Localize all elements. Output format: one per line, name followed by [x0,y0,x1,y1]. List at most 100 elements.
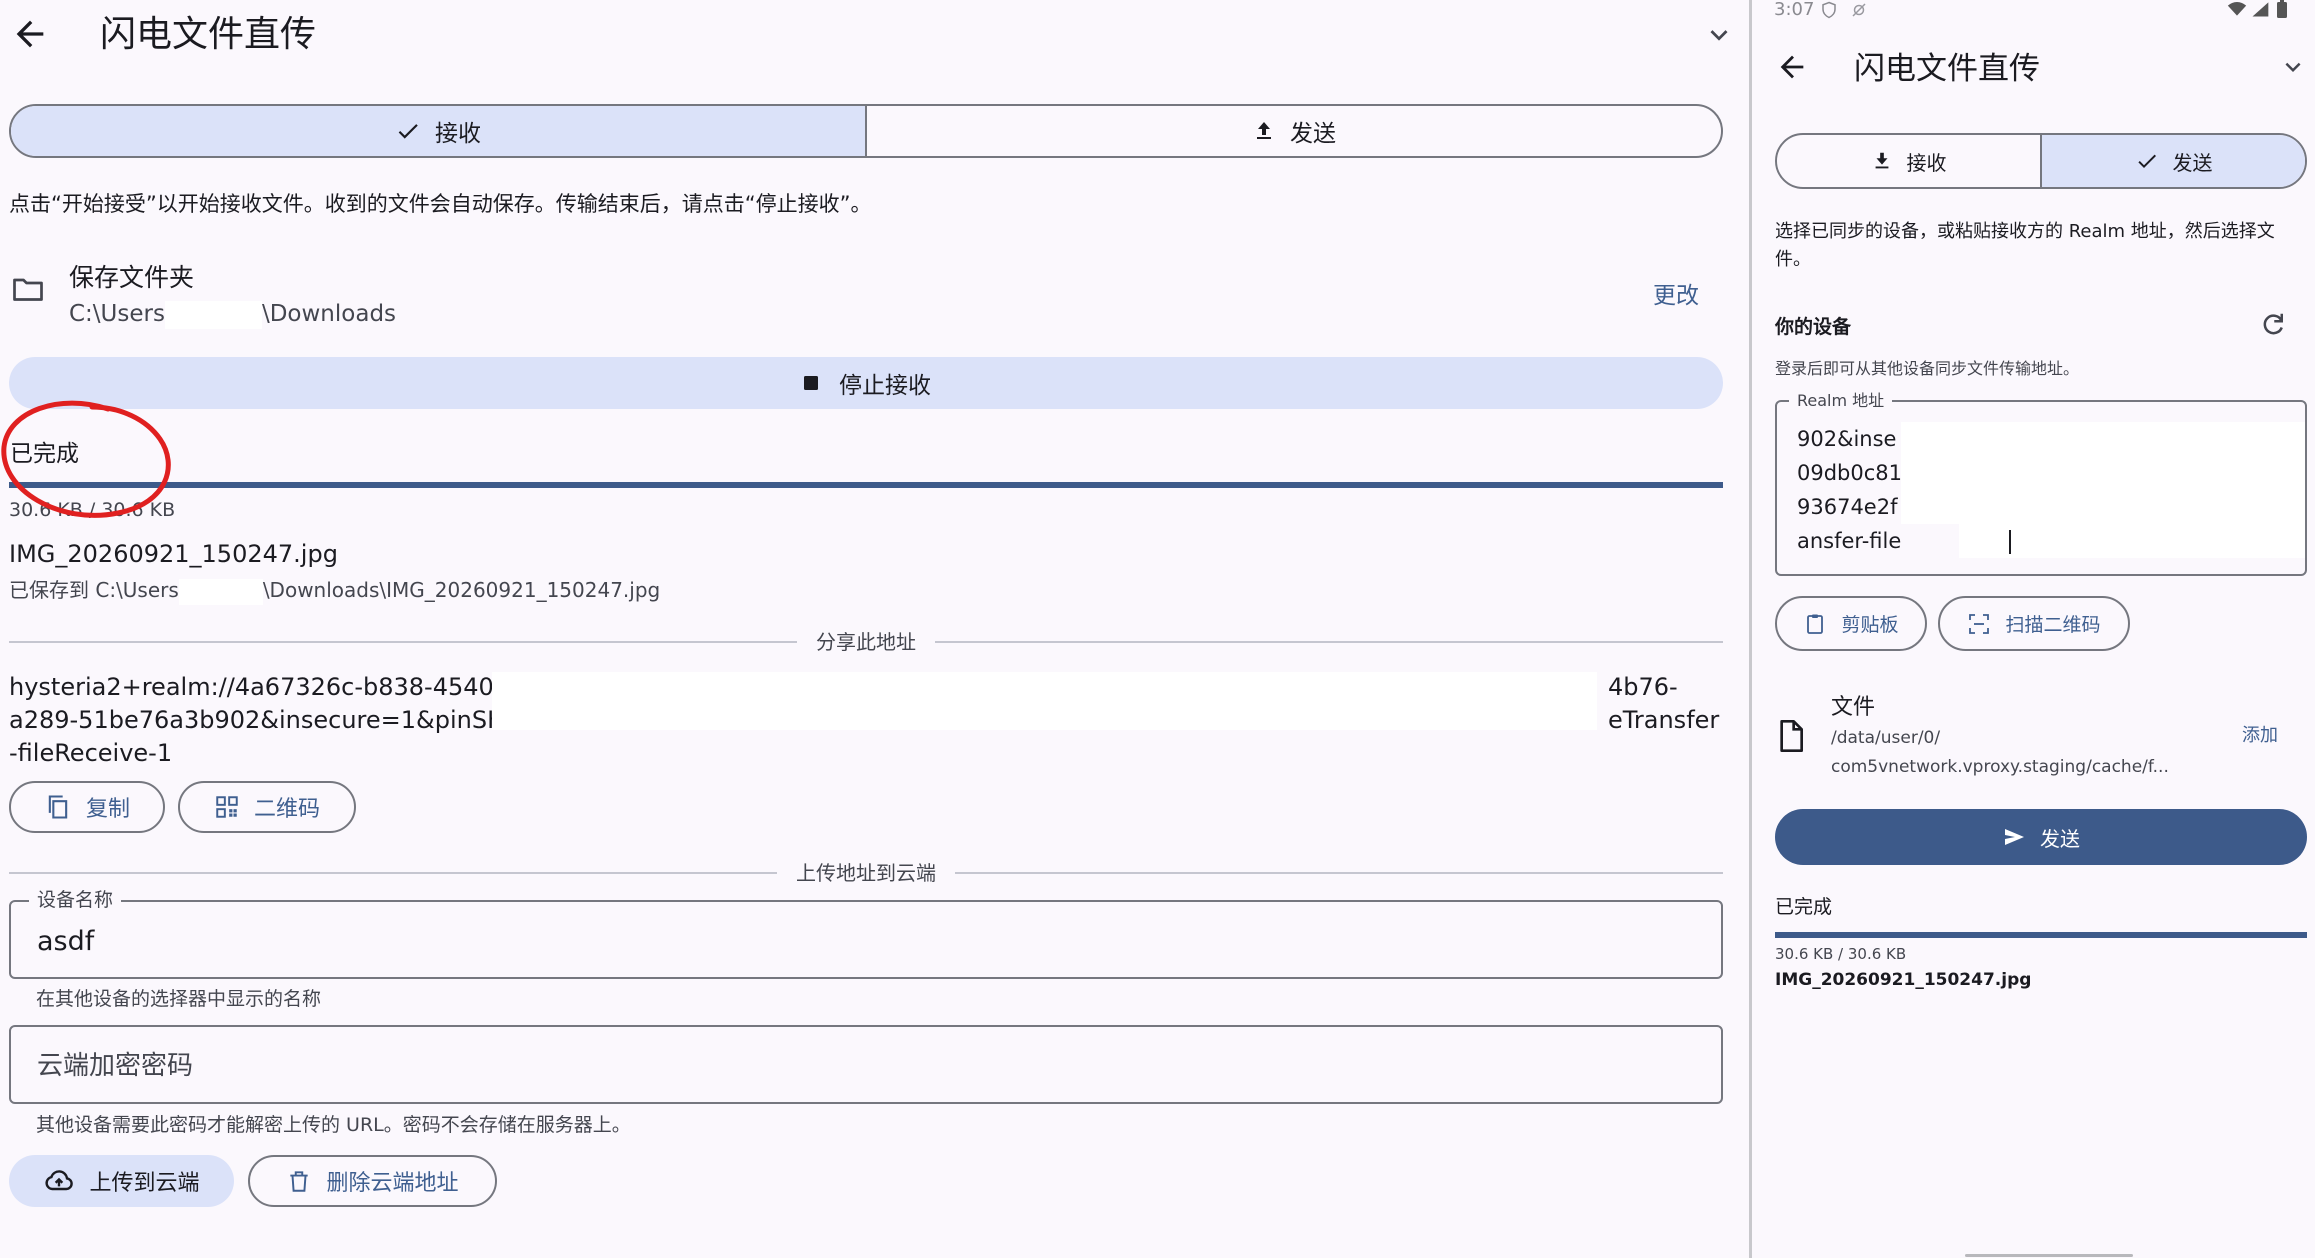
change-folder-button[interactable]: 更改 [1653,276,1699,310]
devices-title: 你的设备 [1775,316,1852,338]
send-icon [2002,825,2026,849]
tab-send-label: 发送 [1290,121,1336,147]
chevron-down-icon[interactable] [1702,18,1736,52]
copy-button[interactable]: 复制 [9,781,165,833]
save-folder-path: C:\Users \Downloads [69,299,396,329]
tab-receive[interactable]: 接收 [11,106,867,156]
delete-cloud-address-label: 删除云端地址 [326,1171,459,1196]
trash-icon [286,1168,312,1194]
clipboard-icon [1803,612,1827,636]
device-name-value: asdf [37,926,95,957]
cloud-password-field[interactable]: 云端加密密码 [9,1025,1723,1104]
clipboard-button[interactable]: 剪贴板 [1775,596,1927,651]
cloud-password-placeholder: 云端加密密码 [37,1051,194,1081]
sent-file-name: IMG_20260921_150247.jpg [1775,970,2032,990]
app-title: 闪电文件直传 [100,14,317,55]
realm-address-text: 902&inse 09db0c81 93674e2f ansfer-file [1797,422,1902,558]
stop-receive-label: 停止接收 [839,373,931,399]
receive-progress-fill [9,482,1723,488]
cloud-password-hint: 其他设备需要此密码才能解密上传的 URL。密码不会存储在服务器上。 [36,1114,631,1136]
add-file-button[interactable]: 添加 [2242,723,2278,749]
red-annotation-circle [1,400,171,518]
chevron-down-icon-right[interactable] [2278,52,2308,82]
saved-path: 已保存到 C:\Users \Downloads\IMG_20260921_150… [9,576,660,605]
qr-code-button-label: 二维码 [253,797,320,822]
mode-segmented-control-right: 接收 发送 [1775,133,2307,189]
realm-line-4: ansfer-file [1797,529,1902,553]
tab-receive-right[interactable]: 接收 [1777,135,2042,187]
upload-to-cloud-button[interactable]: 上传到云端 [9,1155,234,1207]
folder-icon [10,271,46,307]
stop-receive-button[interactable]: 停止接收 [9,357,1723,409]
send-progress-fill [1775,932,2307,938]
wifi-status-icon [2227,0,2247,18]
qr-code-button[interactable]: 二维码 [178,781,356,833]
received-file-name: IMG_20260921_150247.jpg [9,540,338,568]
save-folder-title: 保存文件夹 [69,263,195,292]
shield-status-icon [1820,1,1838,19]
signal-status-icon [2250,0,2270,18]
check-icon-right [2135,149,2159,173]
share-line-1-left: hysteria2+realm://4a67326c-b838-4540-a22 [9,673,548,701]
file-path-line-1: /data/user/0/ [1831,728,1941,748]
vpn-status-icon [1850,1,1868,19]
share-line-3-left: -fileReceive-1 [9,739,173,767]
share-divider-right [935,641,1723,643]
qr-scan-icon [1967,612,1991,636]
upload-divider-left [9,872,777,874]
tab-receive-label: 接收 [435,121,481,147]
device-name-hint: 在其他设备的选择器中显示的名称 [36,988,322,1010]
device-name-label: 设备名称 [29,888,122,912]
stop-icon [801,373,821,393]
realm-address-field[interactable]: Realm 地址 902&inse 09db0c81 93674e2f ansf… [1775,390,2307,576]
realm-line-2: 09db0c81 [1797,461,1903,485]
app-title-right: 闪电文件直传 [1854,51,2040,87]
realm-line-1: 902&inse [1797,427,1897,451]
upload-to-cloud-label: 上传到云端 [89,1171,200,1196]
share-line-2-right: eTransfer [1608,706,1720,734]
send-progress-text: 30.6 KB / 30.6 KB [1775,945,1907,963]
share-line-3: -fileReceive-1 [9,737,1723,770]
upload-divider-right [955,872,1723,874]
send-button-label: 发送 [2040,826,2080,851]
clipboard-button-label: 剪贴板 [1841,614,1899,636]
share-address-redaction [492,672,1597,730]
file-title: 文件 [1831,695,1876,720]
status-time: 3:07 [1774,0,1815,20]
copy-icon [44,793,72,821]
send-instruction: 选择已同步的设备，或粘贴接收方的 Realm 地址，然后选择文件。 [1775,221,2275,270]
saved-path-prefix: 已保存到 C:\Users [9,578,179,602]
panel-divider [1749,0,1752,1258]
share-address-header: 分享此地址 [816,630,916,654]
back-arrow-icon-right[interactable] [1775,50,1809,84]
tab-send-right[interactable]: 发送 [2042,135,2305,187]
realm-address-label: Realm 地址 [1789,390,1893,412]
share-line-1-right: 4b76- [1608,673,1678,701]
redacted-username-2 [178,578,263,605]
send-button[interactable]: 发送 [1775,809,2307,865]
mode-segmented-control: 接收 发送 [9,104,1723,158]
copy-button-label: 复制 [85,797,130,822]
receive-instruction: 点击“开始接受”以开始接收文件。收到的文件会自动保存。传输结束后，请点击“停止接… [9,192,872,216]
scan-qr-button[interactable]: 扫描二维码 [1938,596,2130,651]
receive-progress-bar [9,482,1723,488]
qr-code-icon [214,794,240,820]
download-icon [1871,150,1893,172]
delete-cloud-address-button[interactable]: 删除云端地址 [248,1155,497,1207]
share-line-2-left: a289-51be76a3b902&insecure=1&pinSHA25 [9,706,553,734]
saved-path-suffix: \Downloads\IMG_20260921_150247.jpg [262,578,661,602]
refresh-icon[interactable] [2258,310,2288,340]
text-cursor [2009,530,2011,554]
tab-send[interactable]: 发送 [867,106,1721,156]
devices-hint: 登录后即可从其他设备同步文件传输地址。 [1775,359,2080,378]
redacted-username [164,300,262,329]
upload-header: 上传地址到云端 [796,861,936,885]
file-icon [1775,718,1807,754]
save-folder-path-prefix: C:\Users [69,301,165,327]
file-path-line-2: com5vnetwork.vproxy.staging/cache/f... [1831,757,2169,777]
back-arrow-icon[interactable] [10,14,50,54]
cloud-upload-icon [43,1165,75,1197]
upload-icon [1252,119,1276,143]
tab-send-right-label: 发送 [2172,150,2213,175]
device-name-field[interactable]: 设备名称 asdf [9,888,1723,979]
